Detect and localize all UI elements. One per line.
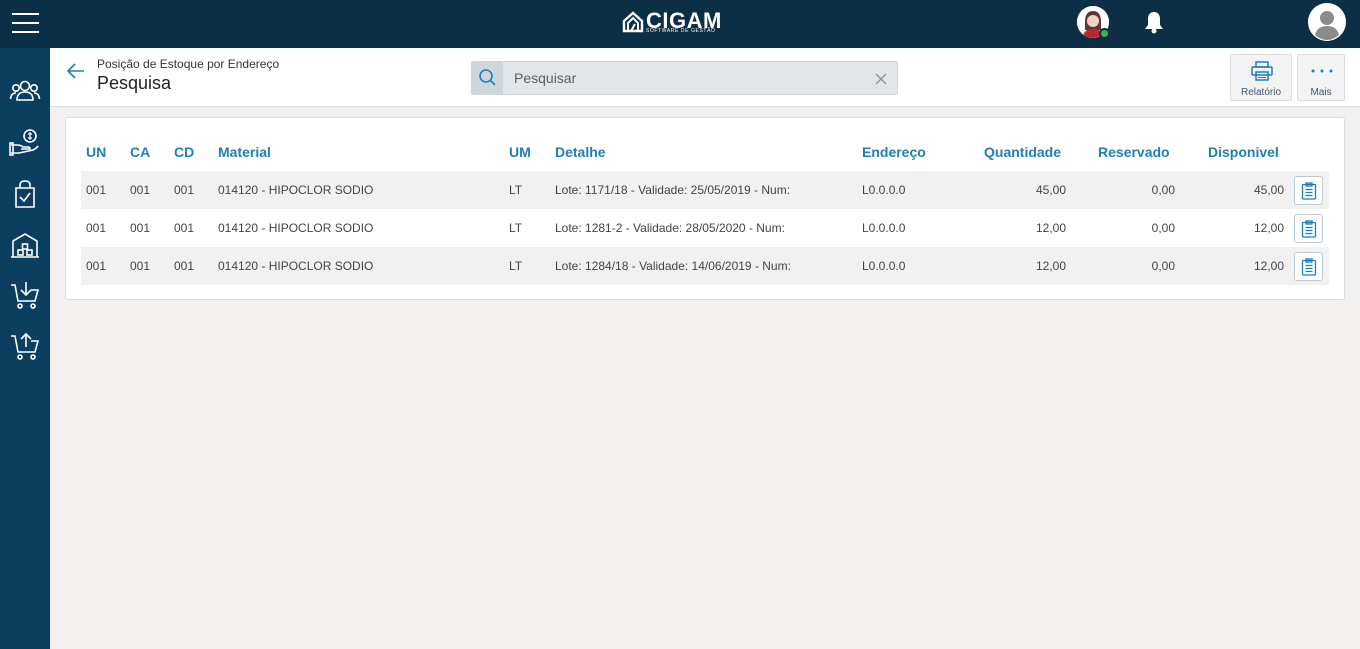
report-button[interactable]: Relatório	[1230, 54, 1292, 101]
cigam-logo: CIGAM SOFTWARE DE GESTÃO	[622, 9, 740, 37]
back-arrow-icon[interactable]	[66, 62, 86, 80]
cell-endereco: L0.0.0.0	[862, 183, 906, 197]
shopping-bag-check-icon[interactable]	[9, 178, 41, 210]
report-button-label: Relatório	[1240, 87, 1282, 98]
cell-reservado: 0,00	[1151, 183, 1175, 197]
cell-detalhe: Lote: 1284/18 - Validade: 14/06/2019 - N…	[555, 259, 791, 273]
table-row[interactable]: 001 001 001 014120 - HIPOCLOR SODIO LT L…	[81, 209, 1329, 247]
cart-download-icon[interactable]	[9, 279, 41, 311]
column-header-quantidade[interactable]: Quantidade	[984, 144, 1061, 160]
cell-disponivel: 45,00	[1253, 183, 1284, 197]
column-header-disponivel[interactable]: Disponivel	[1208, 144, 1279, 160]
row-details-button[interactable]	[1294, 214, 1323, 243]
search-icon[interactable]	[472, 62, 503, 94]
logo-subtitle: SOFTWARE DE GESTÃO	[646, 28, 716, 34]
column-header-reservado[interactable]: Reservado	[1098, 144, 1170, 160]
search-box	[471, 61, 898, 95]
breadcrumb: Posição de Estoque por Endereço	[97, 57, 280, 71]
cell-disponivel: 12,00	[1253, 221, 1284, 235]
clipboard-icon	[1301, 220, 1317, 238]
column-header-detalhe[interactable]: Detalhe	[555, 144, 606, 160]
cell-endereco: L0.0.0.0	[862, 221, 906, 235]
clipboard-icon	[1301, 258, 1317, 276]
cell-detalhe: Lote: 1281-2 - Validade: 28/05/2020 - Nu…	[555, 221, 785, 235]
column-header-un[interactable]: UN	[86, 144, 106, 160]
cell-material: 014120 - HIPOCLOR SODIO	[218, 259, 374, 273]
cell-detalhe: Lote: 1171/18 - Validade: 25/05/2019 - N…	[555, 183, 791, 197]
table-row[interactable]: 001 001 001 014120 - HIPOCLOR SODIO LT L…	[81, 171, 1329, 209]
cell-cd: 001	[174, 221, 195, 235]
search-input[interactable]	[514, 68, 864, 88]
online-status-indicator	[1099, 28, 1110, 39]
cell-quantidade: 12,00	[1035, 259, 1066, 273]
cell-reservado: 0,00	[1151, 221, 1175, 235]
column-header-material[interactable]: Material	[218, 144, 271, 160]
page-header: Posição de Estoque por Endereço Pesquisa…	[50, 48, 1360, 107]
column-header-endereco[interactable]: Endereço	[862, 144, 926, 160]
results-card: UN CA CD Material UM Detalhe Endereço Qu…	[65, 117, 1345, 300]
menu-icon[interactable]	[12, 13, 39, 33]
cell-un: 001	[86, 259, 107, 273]
cell-um: LT	[509, 259, 523, 273]
cell-cd: 001	[174, 183, 195, 197]
cell-reservado: 0,00	[1151, 259, 1175, 273]
cell-disponivel: 12,00	[1253, 259, 1284, 273]
cell-ca: 001	[130, 259, 151, 273]
hand-money-icon[interactable]	[9, 126, 41, 158]
more-button[interactable]: Mais	[1297, 54, 1345, 101]
bell-icon[interactable]	[1143, 10, 1165, 34]
column-header-cd[interactable]: CD	[174, 144, 194, 160]
cell-material: 014120 - HIPOCLOR SODIO	[218, 221, 374, 235]
cell-um: LT	[509, 183, 523, 197]
warehouse-icon[interactable]	[9, 229, 41, 261]
row-details-button[interactable]	[1294, 176, 1323, 205]
cell-quantidade: 45,00	[1035, 183, 1066, 197]
cell-material: 014120 - HIPOCLOR SODIO	[218, 183, 374, 197]
row-details-button[interactable]	[1294, 252, 1323, 281]
table-row[interactable]: 001 001 001 014120 - HIPOCLOR SODIO LT L…	[81, 247, 1329, 285]
column-header-um[interactable]: UM	[509, 144, 531, 160]
cell-un: 001	[86, 221, 107, 235]
more-button-label: Mais	[1310, 87, 1332, 98]
page-title: Pesquisa	[97, 73, 172, 93]
more-dots-icon	[1311, 69, 1333, 73]
printer-icon	[1251, 61, 1273, 81]
column-header-ca[interactable]: CA	[130, 144, 150, 160]
cell-quantidade: 12,00	[1035, 221, 1066, 235]
cell-un: 001	[86, 183, 107, 197]
cart-upload-icon[interactable]	[9, 330, 41, 362]
clipboard-icon	[1301, 182, 1317, 200]
profile-icon[interactable]	[1308, 3, 1346, 41]
cell-endereco: L0.0.0.0	[862, 259, 906, 273]
sidebar	[0, 48, 50, 649]
cell-um: LT	[509, 221, 523, 235]
clear-icon[interactable]	[875, 72, 887, 85]
users-icon[interactable]	[9, 75, 41, 107]
top-bar: CIGAM SOFTWARE DE GESTÃO	[0, 0, 1360, 48]
cell-cd: 001	[174, 259, 195, 273]
cell-ca: 001	[130, 183, 151, 197]
cell-ca: 001	[130, 221, 151, 235]
logo-mark-icon	[622, 11, 644, 33]
